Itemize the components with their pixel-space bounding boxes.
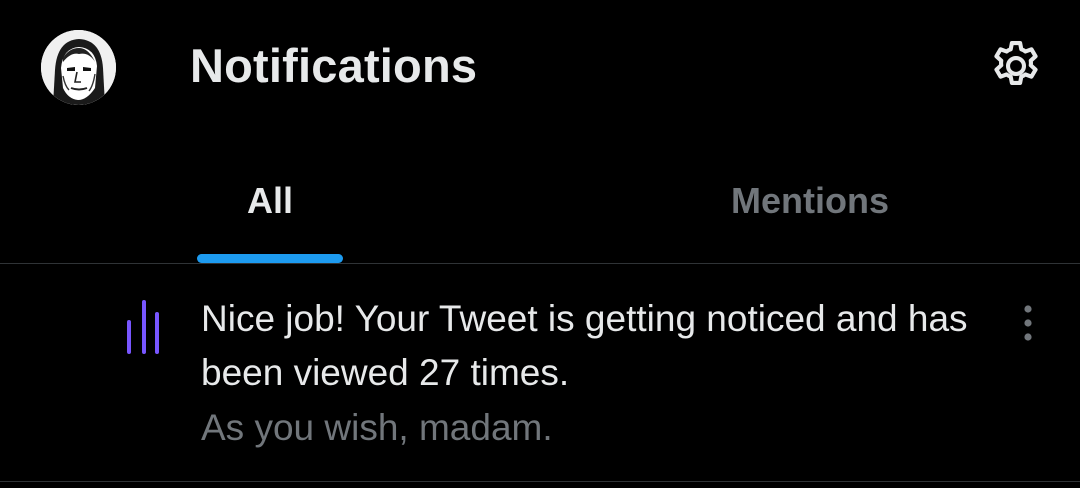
views-bars-icon bbox=[120, 296, 164, 356]
tab-mentions-label: Mentions bbox=[731, 180, 889, 221]
gear-icon bbox=[994, 40, 1038, 85]
user-avatar-icon bbox=[41, 30, 116, 105]
avatar[interactable] bbox=[41, 30, 116, 105]
top-bar: Notifications bbox=[0, 0, 1080, 135]
notification-text: Nice job! Your Tweet is getting noticed … bbox=[201, 298, 968, 393]
more-vertical-icon bbox=[1024, 305, 1032, 341]
tab-mentions[interactable]: Mentions bbox=[540, 150, 1080, 264]
notification-tabs: All Mentions bbox=[0, 150, 1080, 264]
notification-divider bbox=[0, 481, 1080, 482]
active-tab-indicator bbox=[197, 254, 343, 263]
tab-all-label: All bbox=[246, 180, 293, 221]
notification-tweet-preview: As you wish, madam. bbox=[201, 407, 553, 448]
notification-more-button[interactable] bbox=[1010, 298, 1046, 348]
settings-button[interactable] bbox=[986, 36, 1046, 96]
page-title: Notifications bbox=[190, 39, 478, 92]
tab-all[interactable]: All bbox=[0, 150, 540, 264]
notifications-screen: Notifications All Mentions Nice job! You… bbox=[0, 0, 1080, 488]
notification-item[interactable]: Nice job! Your Tweet is getting noticed … bbox=[0, 264, 1080, 481]
